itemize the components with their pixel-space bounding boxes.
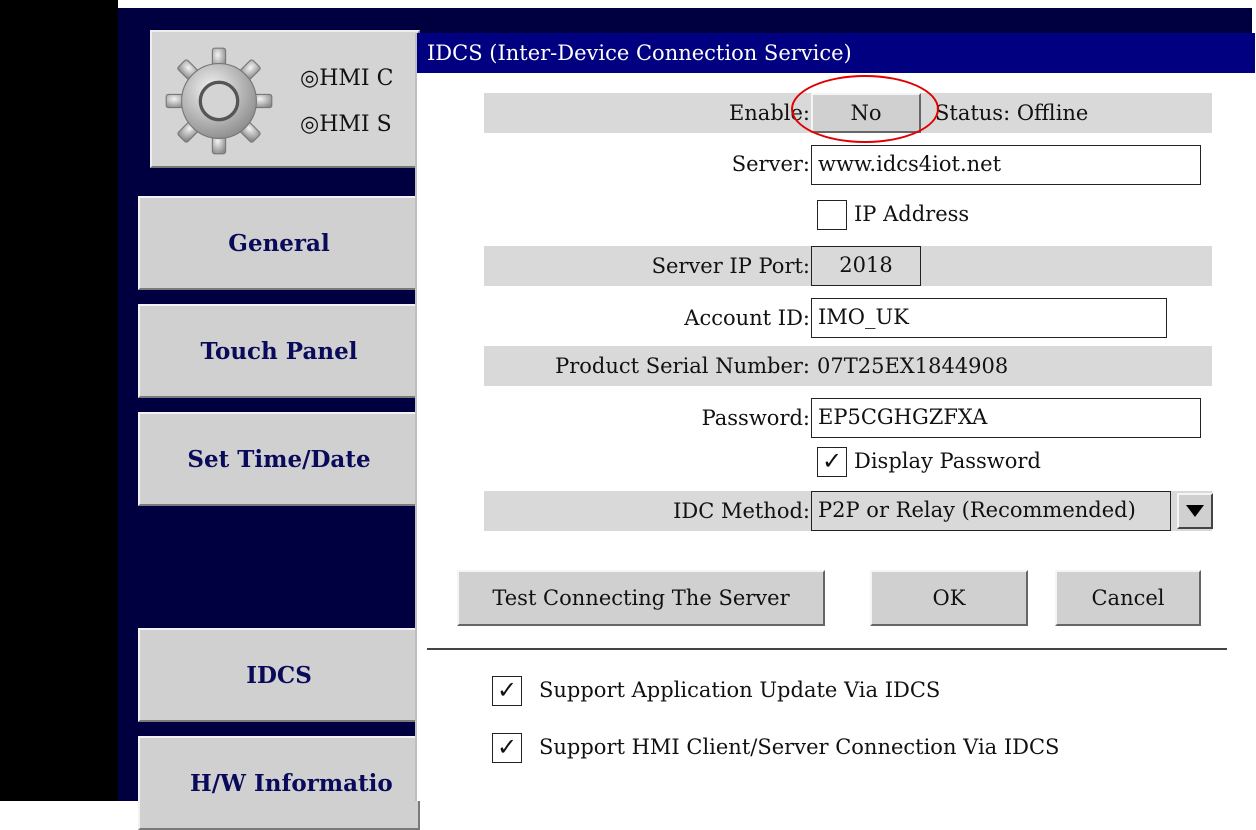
nav-idcs-button[interactable]: IDCS: [138, 628, 420, 722]
nav-hw-information-button[interactable]: H/W Informatio: [138, 736, 420, 830]
radio-hmi-option-2[interactable]: ◎HMI S: [300, 112, 392, 137]
status-text: Status: Offline: [935, 101, 1089, 125]
settings-header-card: [150, 30, 420, 168]
server-label: Server:: [731, 152, 810, 176]
top-strip: [118, 0, 1252, 8]
account-id-input[interactable]: IMO_UK: [811, 298, 1167, 338]
cancel-button[interactable]: Cancel: [1055, 570, 1201, 626]
dropdown-arrow-button[interactable]: [1177, 493, 1213, 529]
section-divider: [427, 648, 1227, 650]
serial-label: Product Serial Number:: [555, 354, 810, 378]
left-black-edge: [0, 0, 118, 801]
radio-hmi-option-1[interactable]: ◎HMI C: [300, 66, 393, 91]
ok-button[interactable]: OK: [870, 570, 1028, 626]
display-password-checkbox[interactable]: ✓: [817, 447, 847, 477]
enable-toggle-button[interactable]: No: [811, 93, 921, 133]
enable-label: Enable:: [728, 101, 810, 125]
nav-set-time-date-button[interactable]: Set Time/Date: [138, 412, 420, 506]
support-app-update-label: Support Application Update Via IDCS: [539, 678, 941, 702]
serial-value: 07T25EX1844908: [817, 354, 1009, 378]
idcs-dialog: IDCS (Inter-Device Connection Service) E…: [415, 33, 1255, 801]
port-label: Server IP Port:: [651, 254, 810, 278]
idc-method-label: IDC Method:: [673, 499, 810, 523]
account-id-label: Account ID:: [684, 306, 810, 330]
chevron-down-icon: [1186, 505, 1204, 517]
nav-touch-panel-button[interactable]: Touch Panel: [138, 304, 420, 398]
port-input[interactable]: 2018: [811, 246, 921, 286]
server-input[interactable]: www.idcs4iot.net: [811, 145, 1201, 185]
support-client-server-label: Support HMI Client/Server Connection Via…: [539, 735, 1060, 759]
password-label: Password:: [701, 406, 810, 430]
nav-general-button[interactable]: General: [138, 196, 420, 290]
support-client-server-checkbox[interactable]: ✓: [492, 733, 522, 763]
support-app-update-checkbox[interactable]: ✓: [492, 676, 522, 706]
display-password-label: Display Password: [854, 449, 1041, 473]
password-input[interactable]: EP5CGHGZFXA: [811, 398, 1201, 438]
ip-address-checkbox[interactable]: [817, 200, 847, 230]
gear-icon: [165, 47, 273, 155]
test-connection-button[interactable]: Test Connecting The Server: [457, 570, 825, 626]
dialog-title: IDCS (Inter-Device Connection Service): [417, 33, 1255, 73]
idc-method-select[interactable]: P2P or Relay (Recommended): [811, 491, 1171, 531]
ip-address-label: IP Address: [854, 202, 970, 226]
